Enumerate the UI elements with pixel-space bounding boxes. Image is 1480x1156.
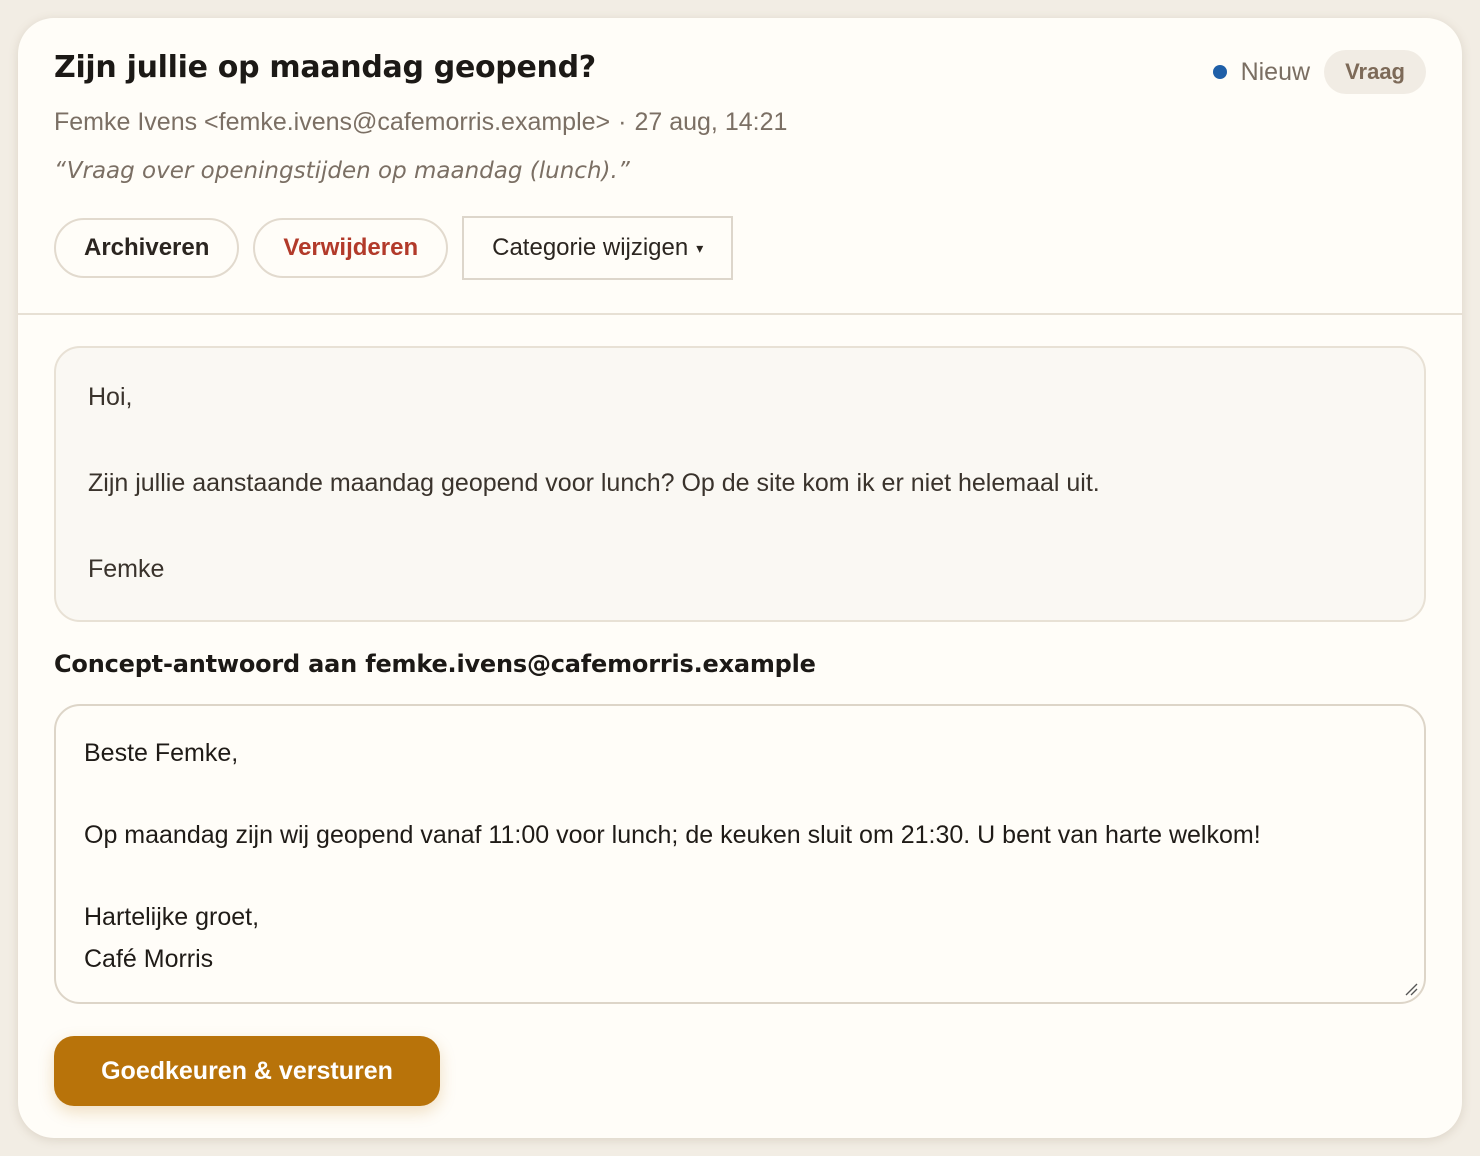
email-body-signature: Femke	[88, 555, 165, 583]
email-date: 27 aug, 14:21	[634, 108, 788, 136]
sender: Femke Ivens <femke.ivens@cafemorris.exam…	[54, 108, 611, 136]
email-detail-card: Zijn jullie op maandag geopend? Nieuw Vr…	[18, 18, 1462, 1138]
category-badge: Vraag	[1324, 50, 1426, 94]
category-select-label: Categorie wijzigen	[492, 234, 689, 261]
category-select[interactable]: Categorie wijzigen ▾	[462, 216, 734, 280]
email-body-text: Zijn jullie aanstaande maandag geopend v…	[88, 469, 1100, 497]
email-summary: “Vraag over openingstijden op maandag (l…	[54, 158, 630, 184]
email-body: Hoi, Zijn jullie aanstaande maandag geop…	[54, 346, 1426, 622]
delete-button[interactable]: Verwijderen	[253, 218, 449, 278]
resize-handle-icon[interactable]	[1404, 982, 1418, 996]
status-area: Nieuw Vraag	[1212, 50, 1426, 94]
draft-text: Op maandag zijn wij geopend vanaf 11:00 …	[84, 821, 1261, 849]
draft-sender-name: Café Morris	[84, 945, 214, 973]
email-subject: Zijn jullie op maandag geopend?	[54, 50, 596, 85]
chevron-down-icon: ▾	[696, 239, 704, 256]
email-header: Zijn jullie op maandag geopend? Nieuw Vr…	[18, 18, 1462, 315]
draft-heading: Concept-antwoord aan femke.ivens@cafemor…	[54, 650, 816, 678]
draft-closing: Hartelijke groet,	[84, 903, 260, 931]
draft-greeting: Beste Femke,	[84, 739, 239, 767]
status-dot-icon	[1212, 65, 1227, 79]
action-bar: Archiveren Verwijderen Categorie wijzige…	[54, 216, 734, 280]
email-body-greeting: Hoi,	[88, 383, 133, 411]
draft-reply-textarea[interactable]: Beste Femke, Op maandag zijn wij geopend…	[54, 704, 1426, 1004]
meta-separator: ·	[618, 108, 627, 136]
email-meta: Femke Ivens <femke.ivens@cafemorris.exam…	[54, 108, 787, 137]
approve-send-button[interactable]: Goedkeuren & versturen	[54, 1036, 440, 1106]
status-label: Nieuw	[1240, 57, 1311, 86]
archive-button[interactable]: Archiveren	[54, 218, 240, 278]
